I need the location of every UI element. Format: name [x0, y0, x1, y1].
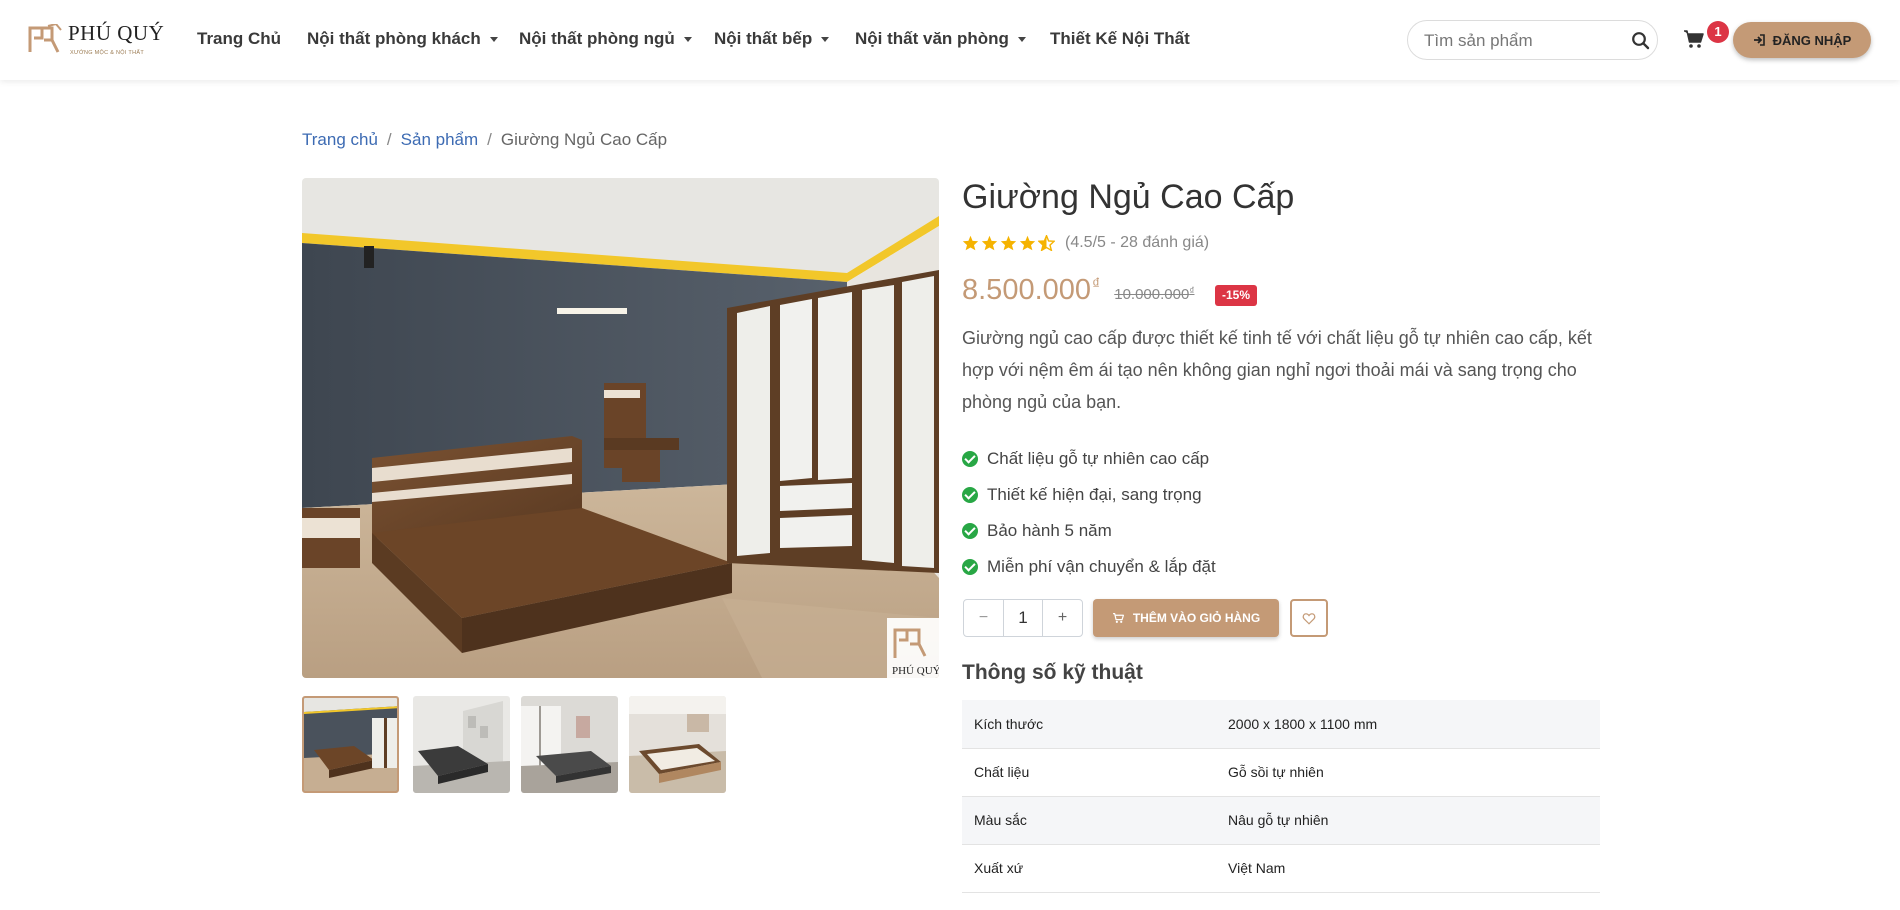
check-circle-icon — [962, 559, 978, 575]
thumbnail-1[interactable] — [302, 696, 399, 793]
breadcrumb-products[interactable]: Sản phẩm — [401, 130, 479, 150]
breadcrumb-current: Giường Ngủ Cao Cấp — [500, 130, 668, 149]
old-price: 10.000.000₫ — [1114, 286, 1194, 303]
chevron-down-icon — [489, 36, 498, 42]
feature-text: Bảo hành 5 năm — [987, 521, 1112, 540]
spec-key: Chất liệu — [962, 748, 1216, 797]
table-row: Xuất xứ Việt Nam — [962, 844, 1600, 893]
brand-logo[interactable]: PHÚ QUÝ XƯỞNG MỘC & NỘI THẤT — [28, 20, 165, 62]
table-row: Chất liệu Gỗ sồi tự nhiên — [962, 748, 1600, 797]
star-full-icon — [1019, 235, 1036, 251]
check-circle-icon — [962, 487, 978, 503]
feature-list: Chất liệu gỗ tự nhiên cao cấp Thiết kế h… — [962, 441, 1216, 585]
nav-living-room-label: Nội thất phòng khách — [307, 29, 481, 48]
chevron-down-icon — [683, 36, 692, 42]
breadcrumb-separator: / — [386, 130, 392, 149]
nav-home-label: Trang Chủ — [197, 29, 282, 48]
nav-bedroom-label: Nội thất phòng ngủ — [519, 29, 675, 48]
logo-mark-icon — [28, 24, 62, 53]
logo-text: PHÚ QUÝ — [68, 21, 165, 45]
search-input[interactable] — [1424, 30, 1624, 52]
top-navbar: PHÚ QUÝ XƯỞNG MỘC & NỘI THẤT Trang Chủ N… — [0, 0, 1900, 80]
rating-text: (4.5/5 - 28 đánh giá) — [1065, 234, 1210, 251]
product-main-image[interactable]: PHÚ QUÝ — [302, 178, 939, 678]
breadcrumb-home[interactable]: Trang chủ — [302, 130, 378, 150]
feature-text: Miễn phí vận chuyển & lắp đặt — [987, 557, 1216, 576]
star-full-icon — [981, 235, 998, 251]
feature-text: Chất liệu gỗ tự nhiên cao cấp — [987, 449, 1210, 468]
chevron-down-icon — [821, 36, 830, 42]
thumbnail-image — [304, 698, 397, 791]
specs-heading: Thông số kỹ thuật — [962, 661, 1143, 684]
currency-symbol: ₫ — [1092, 276, 1101, 293]
chevron-down-icon — [1017, 36, 1026, 42]
cart-count-badge: 1 — [1707, 21, 1729, 43]
check-circle-icon — [962, 523, 978, 539]
breadcrumb-separator: / — [487, 130, 492, 149]
spec-value: 2000 x 1800 x 1100 mm — [1216, 700, 1600, 749]
old-price-value: 10.000.000 — [1114, 286, 1190, 303]
thumbnail-4[interactable] — [629, 696, 726, 793]
spec-value: Gỗ sồi tự nhiên — [1216, 748, 1600, 797]
star-full-icon — [962, 235, 979, 251]
rating-stars — [962, 235, 1055, 251]
add-to-cart-button[interactable]: THÊM VÀO GIỎ HÀNG — [1093, 599, 1279, 637]
search-icon[interactable] — [1631, 31, 1651, 51]
feature-text: Thiết kế hiện đại, sang trọng — [987, 485, 1202, 504]
thumbnail-image — [629, 696, 726, 793]
logo-subtitle: XƯỞNG MỘC & NỘI THẤT — [70, 50, 144, 56]
add-to-cart-label: THÊM VÀO GIỎ HÀNG — [1132, 611, 1261, 625]
price-row: 8.500.000 ₫ 10.000.000₫ — [962, 274, 1194, 307]
quantity-increase-button[interactable]: + — [1043, 600, 1082, 636]
feature-item: Thiết kế hiện đại, sang trọng — [962, 477, 1216, 513]
thumbnail-3[interactable] — [521, 696, 618, 793]
nav-interior-design-label: Thiết Kế Nội Thất — [1050, 29, 1190, 48]
check-circle-icon — [962, 451, 978, 467]
login-button[interactable]: ĐĂNG NHẬP — [1733, 22, 1871, 58]
thumbnail-2[interactable] — [413, 696, 510, 793]
quantity-decrease-button[interactable]: − — [964, 600, 1003, 636]
nav-bedroom[interactable]: Nội thất phòng ngủ — [519, 29, 692, 49]
nav-living-room[interactable]: Nội thất phòng khách — [307, 29, 498, 49]
nav-kitchen[interactable]: Nội thất bếp — [714, 29, 830, 49]
feature-item: Miễn phí vận chuyển & lắp đặt — [962, 549, 1216, 585]
heart-icon — [1302, 612, 1316, 625]
cart-icon[interactable] — [1683, 28, 1705, 50]
sign-in-icon — [1753, 34, 1765, 46]
spec-key: Xuất xứ — [962, 844, 1216, 893]
star-half-icon — [1038, 235, 1055, 251]
bedroom-photo: PHÚ QUÝ — [302, 178, 939, 678]
feature-item: Chất liệu gỗ tự nhiên cao cấp — [962, 441, 1216, 477]
spec-value: Nâu gỗ tự nhiên — [1216, 796, 1600, 845]
nav-home[interactable]: Trang Chủ — [197, 29, 281, 49]
spec-key: Màu sắc — [962, 796, 1216, 845]
product-title: Giường Ngủ Cao Cấp — [962, 178, 1295, 216]
watermark-text: PHÚ QUÝ — [892, 665, 939, 677]
login-label: ĐĂNG NHẬP — [1772, 32, 1852, 48]
star-full-icon — [1000, 235, 1017, 251]
thumbnail-image — [413, 696, 510, 793]
breadcrumb: Trang chủ / Sản phẩm / Giường Ngủ Cao Cấ… — [302, 130, 667, 150]
spec-value: Việt Nam — [1216, 844, 1600, 893]
old-currency-symbol: ₫ — [1189, 286, 1195, 297]
product-rating: (4.5/5 - 28 đánh giá) — [962, 234, 1209, 252]
nav-office[interactable]: Nội thất văn phòng — [855, 29, 1026, 49]
spec-key: Kích thước — [962, 700, 1216, 749]
nav-kitchen-label: Nội thất bếp — [714, 29, 813, 48]
cart-icon — [1112, 613, 1124, 623]
nav-office-label: Nội thất văn phòng — [855, 29, 1009, 48]
thumbnail-image — [521, 696, 618, 793]
wishlist-button[interactable] — [1290, 599, 1328, 637]
discount-badge: -15% — [1215, 285, 1258, 306]
quantity-stepper: − + — [963, 599, 1083, 637]
nav-interior-design[interactable]: Thiết Kế Nội Thất — [1050, 29, 1190, 49]
product-description: Giường ngủ cao cấp được thiết kế tinh tế… — [962, 328, 1592, 412]
feature-item: Bảo hành 5 năm — [962, 513, 1216, 549]
current-price: 8.500.000 — [962, 274, 1092, 306]
quantity-input[interactable] — [1003, 600, 1043, 636]
specs-table: Kích thước 2000 x 1800 x 1100 mm Chất li… — [962, 700, 1600, 893]
table-row: Kích thước 2000 x 1800 x 1100 mm — [962, 700, 1600, 749]
search-box — [1407, 20, 1658, 60]
table-row: Màu sắc Nâu gỗ tự nhiên — [962, 796, 1600, 845]
